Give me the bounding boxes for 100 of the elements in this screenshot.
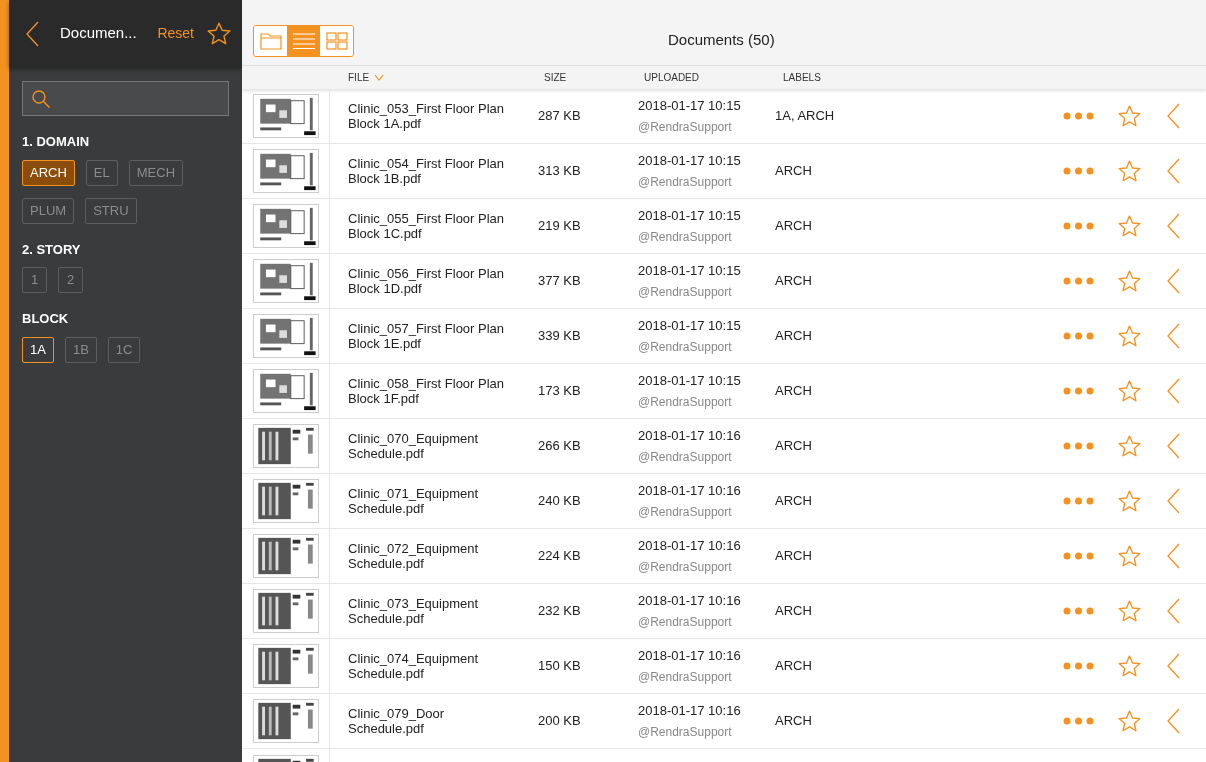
file-size: 173 KB	[538, 382, 582, 401]
star-icon[interactable]	[1117, 598, 1142, 624]
file-size: 377 KB	[538, 272, 582, 291]
filter-chip[interactable]: 1A	[22, 336, 54, 363]
filter-chip[interactable]: ARCH	[22, 159, 75, 186]
file-size: 240 KB	[538, 492, 582, 511]
expand-chevron-icon[interactable]	[1167, 433, 1180, 459]
labels-text: ARCH	[775, 657, 812, 676]
labels-text: ARCH	[775, 437, 812, 456]
view-button[interactable]	[287, 26, 320, 56]
more-icon[interactable]	[1063, 497, 1094, 505]
file-name: Clinic_054_First Floor Plan Block 1B.pdf	[348, 156, 506, 186]
star-icon[interactable]	[1117, 268, 1142, 294]
column-header[interactable]: FILE	[348, 70, 385, 85]
expand-chevron-icon[interactable]	[1167, 598, 1180, 624]
search-field[interactable]	[22, 81, 229, 116]
star-icon[interactable]	[1117, 378, 1142, 404]
labels-text: ARCH	[775, 272, 812, 291]
uploader: @RendraSupport	[638, 613, 733, 631]
upload-date: 2018-01-17 10:16	[638, 702, 742, 721]
document-row[interactable]: Clinic_071_Equipment Schedule.pdf 240 KB 2018-01-17 10:16 @RendraSupport ARCH	[242, 474, 1206, 529]
document-row[interactable]: Clinic_072_Equipment Schedule.pdf 224 KB 2018-01-17 10:16 @RendraSupport ARCH	[242, 529, 1206, 584]
star-icon[interactable]	[1117, 158, 1142, 184]
document-row[interactable]: Clinic_054_First Floor Plan Block 1B.pdf 313 KB 2018-01-17 10:15 @RendraSupport ARCH	[242, 144, 1206, 199]
expand-chevron-icon[interactable]	[1167, 103, 1180, 129]
more-icon[interactable]	[1063, 662, 1094, 670]
document-row[interactable]: Clinic_055_First Floor Plan Block 1C.pdf 219 KB 2018-01-17 10:15 @RendraSupport ARCH	[242, 199, 1206, 254]
upload-date: 2018-01-17 10:16	[638, 537, 742, 556]
file-name: Clinic_058_First Floor Plan Block 1F.pdf	[348, 376, 506, 406]
more-icon[interactable]	[1063, 717, 1094, 725]
document-row[interactable]: Clinic_058_First Floor Plan Block 1F.pdf 173 KB 2018-01-17 10:15 @RendraSupport ARCH	[242, 364, 1206, 419]
sidebar-title: Documen...	[60, 23, 137, 44]
file-name: Clinic_057_First Floor Plan Block 1E.pdf	[348, 321, 506, 351]
more-icon[interactable]	[1063, 442, 1094, 450]
uploader: @RendraSupport	[638, 338, 733, 356]
document-row[interactable]: Clinic_079_Door Schedule.pdf 200 KB 2018-01-17 10:16 @RendraSupport ARCH	[242, 694, 1206, 749]
file-size: 266 KB	[538, 437, 582, 456]
labels-text: ARCH	[775, 327, 812, 346]
star-icon[interactable]	[1117, 433, 1142, 459]
more-icon[interactable]	[1063, 222, 1094, 230]
favorite-star-icon[interactable]	[206, 20, 232, 47]
uploader: @RendraSupport	[638, 723, 733, 741]
more-icon[interactable]	[1063, 332, 1094, 340]
view-button[interactable]	[320, 26, 353, 56]
upload-date: 2018-01-17 10:15	[638, 262, 742, 281]
star-icon[interactable]	[1117, 708, 1142, 734]
more-icon[interactable]	[1063, 277, 1094, 285]
back-icon[interactable]	[26, 20, 39, 47]
expand-chevron-icon[interactable]	[1167, 708, 1180, 734]
file-name: Clinic_073_Equipment Schedule.pdf	[348, 596, 480, 626]
file-size: 287 KB	[538, 107, 582, 126]
expand-chevron-icon[interactable]	[1167, 543, 1180, 569]
column-header[interactable]: UPLOADED	[644, 70, 699, 85]
page-title: Documents (50)	[668, 29, 775, 50]
expand-chevron-icon[interactable]	[1167, 213, 1180, 239]
expand-chevron-icon[interactable]	[1167, 488, 1180, 514]
column-header[interactable]: LABELS	[783, 70, 821, 85]
document-row[interactable]: Clinic_057_First Floor Plan Block 1E.pdf 339 KB 2018-01-17 10:15 @RendraSupport ARCH	[242, 309, 1206, 364]
more-icon[interactable]	[1063, 112, 1094, 120]
file-name: Clinic_072_Equipment Schedule.pdf	[348, 541, 480, 571]
file-name: Clinic_070_Equipment Schedule.pdf	[348, 431, 480, 461]
star-icon[interactable]	[1117, 103, 1142, 129]
labels-text: ARCH	[775, 712, 812, 731]
upload-date: 2018-01-17 10:16	[638, 427, 742, 446]
more-icon[interactable]	[1063, 167, 1094, 175]
filter-group-title: 2. STORY	[22, 240, 82, 259]
document-row[interactable]: Clinic_056_First Floor Plan Block 1D.pdf 377 KB 2018-01-17 10:15 @RendraSupport ARCH	[242, 254, 1206, 309]
upload-date: 2018-01-17 10:15	[638, 372, 742, 391]
expand-chevron-icon[interactable]	[1167, 158, 1180, 184]
view-button[interactable]	[254, 26, 287, 56]
column-header[interactable]: SIZE	[544, 70, 567, 85]
expand-chevron-icon[interactable]	[1167, 653, 1180, 679]
document-row[interactable]: Clinic_074_Equipment Schedule.pdf 150 KB 2018-01-17 10:16 @RendraSupport ARCH	[242, 639, 1206, 694]
file-name: Clinic_074_Equipment Schedule.pdf	[348, 651, 480, 681]
more-icon[interactable]	[1063, 387, 1094, 395]
expand-chevron-icon[interactable]	[1167, 378, 1180, 404]
document-row[interactable]: Clinic_073_Equipment Schedule.pdf 232 KB 2018-01-17 10:16 @RendraSupport ARCH	[242, 584, 1206, 639]
labels-text: ARCH	[775, 492, 812, 511]
star-icon[interactable]	[1117, 543, 1142, 569]
star-icon[interactable]	[1117, 488, 1142, 514]
uploader: @RendraSupport	[638, 448, 733, 466]
document-row[interactable]: Clinic_053_First Floor Plan Block 1A.pdf 287 KB 2018-01-17 10:15 @RendraSupport 1A, ARCH	[242, 89, 1206, 144]
upload-date: 2018-01-17 10:15	[638, 207, 742, 226]
upload-date: 2018-01-17 10:15	[638, 152, 742, 171]
more-icon[interactable]	[1063, 552, 1094, 560]
uploader: @RendraSupport	[638, 228, 733, 246]
upload-date: 2018-01-17 10:15	[638, 317, 742, 336]
file-size: 339 KB	[538, 327, 582, 346]
file-size: 219 KB	[538, 217, 582, 236]
expand-chevron-icon[interactable]	[1167, 268, 1180, 294]
star-icon[interactable]	[1117, 323, 1142, 349]
reset-button[interactable]: Reset	[157, 23, 194, 44]
file-name: Clinic_053_First Floor Plan Block 1A.pdf	[348, 101, 506, 131]
file-size: 232 KB	[538, 602, 582, 621]
star-icon[interactable]	[1117, 213, 1142, 239]
more-icon[interactable]	[1063, 607, 1094, 615]
star-icon[interactable]	[1117, 653, 1142, 679]
upload-date: 2018-01-17 10:16	[638, 482, 742, 501]
document-row[interactable]: Clinic_070_Equipment Schedule.pdf 266 KB 2018-01-17 10:16 @RendraSupport ARCH	[242, 419, 1206, 474]
expand-chevron-icon[interactable]	[1167, 323, 1180, 349]
